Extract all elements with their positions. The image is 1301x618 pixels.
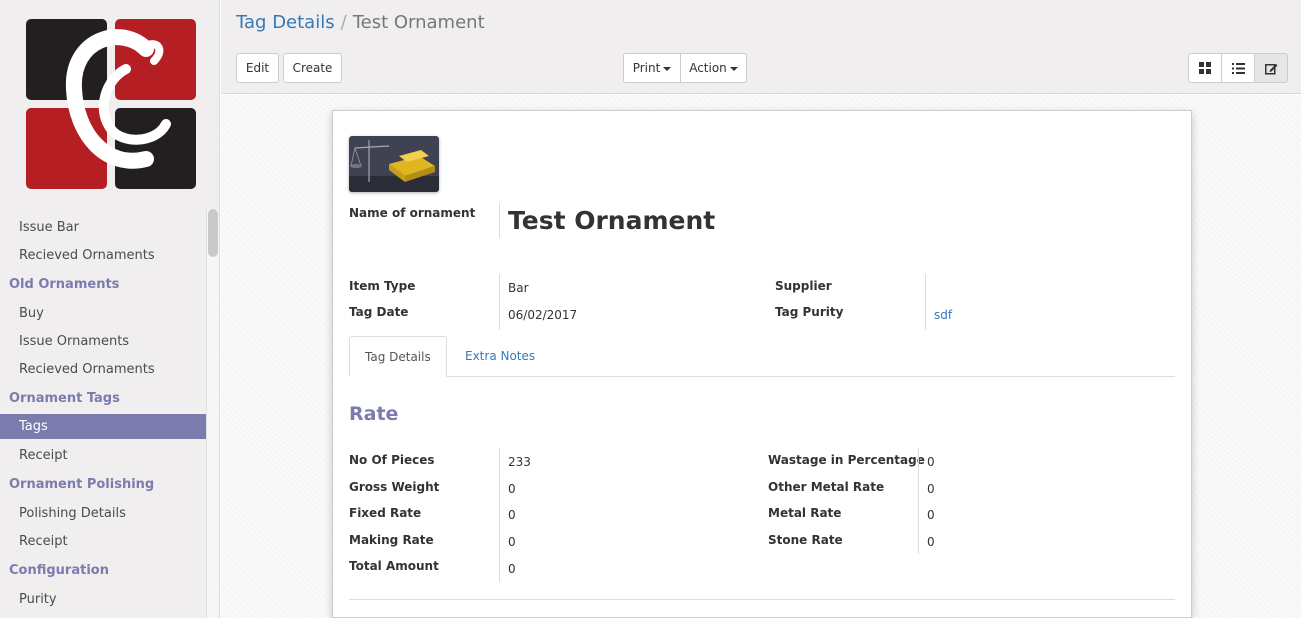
kanban-view-button[interactable] [1188, 53, 1222, 83]
wastage-percentage-label: Wastage in Percentage [768, 453, 925, 467]
list-view-button[interactable] [1221, 53, 1255, 83]
sidebar-item-receipt[interactable]: Receipt [0, 442, 206, 470]
field-divider [918, 448, 919, 554]
supplier-label: Supplier [775, 279, 832, 293]
tab-extra-notes[interactable]: Extra Notes [450, 336, 550, 377]
print-dropdown-button[interactable]: Print [623, 53, 681, 83]
action-dropdown-button[interactable]: Action [680, 53, 747, 83]
form-content-area: Name of ornament Test Ornament Item Type… [221, 95, 1301, 618]
ornament-name-value: Test Ornament [508, 206, 716, 235]
sidebar-item-buy[interactable]: Buy [0, 300, 206, 328]
tab-tag-details[interactable]: Tag Details [349, 336, 447, 377]
no-of-pieces-value: 233 [508, 455, 531, 469]
list-icon [1231, 62, 1245, 74]
gross-weight-label: Gross Weight [349, 480, 440, 494]
edit-button[interactable]: Edit [236, 53, 279, 83]
sidebar-menu: Issue Bar Recieved Ornaments Old Ornamen… [0, 214, 206, 614]
sidebar-item-tags[interactable]: Tags [0, 414, 206, 439]
sidebar-header-configuration: Configuration [9, 563, 109, 578]
metal-rate-label: Metal Rate [768, 506, 842, 520]
tag-date-label: Tag Date [349, 305, 409, 319]
gross-weight-value: 0 [508, 482, 516, 496]
item-type-value: Bar [508, 281, 529, 295]
section-divider [349, 599, 1175, 600]
item-type-label: Item Type [349, 279, 416, 293]
sidebar-item-issue-ornaments[interactable]: Issue Ornaments [0, 328, 206, 356]
other-metal-rate-value: 0 [927, 482, 935, 496]
no-of-pieces-label: No Of Pieces [349, 453, 435, 467]
total-amount-label: Total Amount [349, 559, 439, 573]
sidebar-item-receipt-2[interactable]: Receipt [0, 528, 206, 556]
stone-rate-value: 0 [927, 535, 935, 549]
sidebar-item-purity[interactable]: Purity [0, 586, 206, 614]
kanban-icon [1199, 62, 1211, 74]
create-button[interactable]: Create [283, 53, 342, 83]
field-divider [499, 448, 500, 582]
sidebar-item-polishing-details[interactable]: Polishing Details [0, 500, 206, 528]
total-amount-value: 0 [508, 562, 516, 576]
sidebar-item-recieved-ornaments[interactable]: Recieved Ornaments [0, 242, 206, 270]
fixed-rate-label: Fixed Rate [349, 506, 422, 520]
sidebar-scrollbar[interactable] [206, 209, 219, 618]
making-rate-value: 0 [508, 535, 516, 549]
making-rate-label: Making Rate [349, 533, 434, 547]
sidebar-header-ornament-tags: Ornament Tags [9, 391, 120, 406]
sidebar: Issue Bar Recieved Ornaments Old Ornamen… [0, 0, 220, 618]
form-icon [1264, 63, 1277, 74]
caret-down-icon [663, 66, 672, 71]
stone-rate-label: Stone Rate [768, 533, 843, 547]
ornament-image[interactable] [349, 136, 439, 192]
tag-purity-label: Tag Purity [775, 305, 844, 319]
field-divider [925, 274, 926, 330]
name-of-ornament-label: Name of ornament [349, 206, 476, 220]
other-metal-rate-label: Other Metal Rate [768, 480, 885, 494]
company-logo[interactable] [26, 19, 196, 189]
sidebar-item-recieved-ornaments-2[interactable]: Recieved Ornaments [0, 356, 206, 384]
control-panel: Tag Details / Test Ornament Edit Create Pr… [221, 0, 1301, 94]
breadcrumb-parent-link[interactable]: Tag Details [236, 12, 335, 33]
sidebar-header-ornament-polishing: Ornament Polishing [9, 477, 155, 492]
sidebar-header-old-ornaments: Old Ornaments [9, 277, 120, 292]
field-divider [499, 203, 500, 238]
form-sheet: Name of ornament Test Ornament Item Type… [332, 110, 1192, 618]
form-tabs: Tag Details Extra Notes [349, 336, 1175, 377]
rate-section-title: Rate [349, 403, 399, 425]
tag-purity-link[interactable]: sdf [934, 308, 952, 322]
breadcrumb: Tag Details / Test Ornament [236, 12, 485, 33]
form-view-button[interactable] [1254, 53, 1288, 83]
action-label: Action [689, 61, 727, 75]
sidebar-item-issue-bar[interactable]: Issue Bar [0, 214, 206, 242]
breadcrumb-current: Test Ornament [352, 12, 485, 33]
caret-down-icon [729, 66, 738, 71]
metal-rate-value: 0 [927, 508, 935, 522]
tag-date-value: 06/02/2017 [508, 308, 578, 322]
field-divider [499, 274, 500, 330]
print-label: Print [632, 61, 661, 75]
fixed-rate-value: 0 [508, 508, 516, 522]
breadcrumb-separator: / [340, 12, 347, 33]
sidebar-scrollbar-thumb[interactable] [208, 209, 218, 257]
wastage-percentage-value: 0 [927, 455, 935, 469]
